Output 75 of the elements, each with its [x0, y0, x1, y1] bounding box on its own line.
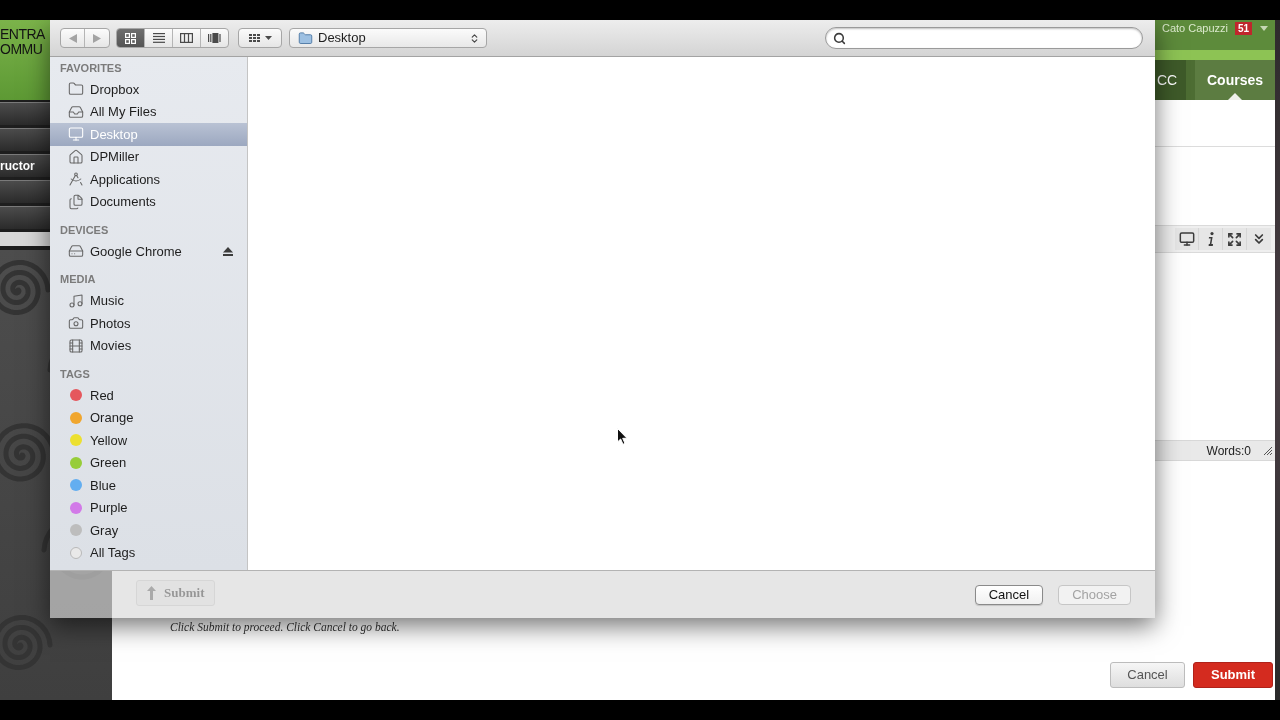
arrange-button[interactable]: [238, 28, 282, 48]
search-icon: [833, 31, 846, 45]
drafting-compass-icon: [68, 171, 84, 188]
grid-icon: [125, 32, 136, 44]
sidebar-heading: MEDIA: [60, 272, 96, 288]
grid-icon: [248, 34, 260, 42]
sidebar-item[interactable]: DPMiller: [50, 145, 247, 168]
sidebar-item[interactable]: Music: [50, 289, 247, 312]
logo-text: OMMU: [0, 42, 43, 57]
house-icon: [68, 148, 84, 165]
eject-icon[interactable]: [223, 246, 233, 256]
submit-button[interactable]: Submit: [1193, 662, 1273, 688]
monitor-icon: [68, 126, 84, 143]
more-button[interactable]: [1247, 228, 1271, 250]
instruction-text: Click Submit to proceed. Click Cancel to go back.: [170, 620, 400, 634]
sidebar-item[interactable]: Purple: [50, 496, 247, 519]
documents-icon: [68, 193, 84, 210]
search-field[interactable]: [825, 27, 1143, 49]
nav-tab[interactable]: CC: [1155, 60, 1187, 100]
menu-item[interactable]: ructor: [0, 154, 50, 177]
pointer-cursor-icon: [617, 428, 628, 445]
cover-flow-icon: [207, 33, 222, 43]
preview-button[interactable]: [1175, 228, 1199, 250]
word-count: Words:0: [1206, 442, 1251, 460]
ring-icon: [70, 546, 82, 559]
folder-icon: [68, 81, 84, 98]
folder-icon: [298, 30, 313, 46]
tray-icon: [68, 103, 84, 120]
menu-bar: [0, 128, 50, 151]
sidebar-item[interactable]: Green: [50, 451, 247, 474]
columns-icon: [180, 33, 193, 43]
back-triangle-icon: [68, 33, 77, 43]
sidebar-item[interactable]: Photos: [50, 312, 247, 335]
info-button[interactable]: [1199, 228, 1223, 250]
location-popup[interactable]: Desktop: [289, 28, 487, 48]
sidebar-item[interactable]: Dropbox: [50, 78, 247, 101]
resize-grip-icon[interactable]: [1263, 446, 1272, 455]
expand-icon: [1227, 231, 1242, 247]
sidebar-item[interactable]: Orange: [50, 406, 247, 429]
view-mode-button[interactable]: [117, 29, 144, 47]
sidebar-item[interactable]: Gray: [50, 519, 247, 542]
sidebar-item[interactable]: Movies: [50, 334, 247, 357]
logo-text: ENTRA: [0, 27, 45, 42]
tab-pointer-icon: [1228, 93, 1242, 100]
sidebar-item[interactable]: Applications: [50, 168, 247, 191]
sidebar-heading: DEVICES: [60, 222, 109, 238]
menu-bar: [0, 180, 50, 203]
sidebar-item[interactable]: Google Chrome: [50, 240, 247, 263]
notification-badge[interactable]: 51: [1235, 22, 1253, 35]
up-down-arrows-icon: [469, 32, 480, 44]
film-strip-icon: [68, 337, 84, 354]
music-note-icon: [68, 292, 84, 309]
sidebar-heading: TAGS: [60, 366, 90, 382]
menu-bar: [0, 102, 50, 125]
menu-divider-bar: [0, 232, 50, 246]
monitor-icon: [1178, 231, 1195, 247]
caret-icon: [264, 36, 272, 40]
cancel-button[interactable]: Cancel: [1110, 662, 1185, 688]
caret-icon[interactable]: [1260, 26, 1269, 31]
sidebar-item[interactable]: All Tags: [50, 541, 247, 564]
menu-bar: [0, 206, 50, 229]
info-icon: [1207, 232, 1214, 246]
arrow-icon: [147, 586, 156, 600]
sidebar-item[interactable]: Yellow: [50, 429, 247, 452]
camera-icon: [68, 315, 84, 332]
sidebar-item[interactable]: Documents: [50, 190, 247, 213]
sidebar-heading: FAVORITES: [60, 60, 122, 76]
nav-tab[interactable]: Courses: [1194, 60, 1275, 100]
hard-drive-icon: [68, 243, 84, 260]
list-icon: [152, 33, 165, 43]
fullscreen-button[interactable]: [1223, 228, 1247, 250]
forward-triangle-icon: [93, 33, 101, 43]
sidebar-item[interactable]: All My Files: [50, 100, 247, 123]
sidebar-item[interactable]: Blue: [50, 474, 247, 497]
sidebar-item[interactable]: Red: [50, 384, 247, 407]
